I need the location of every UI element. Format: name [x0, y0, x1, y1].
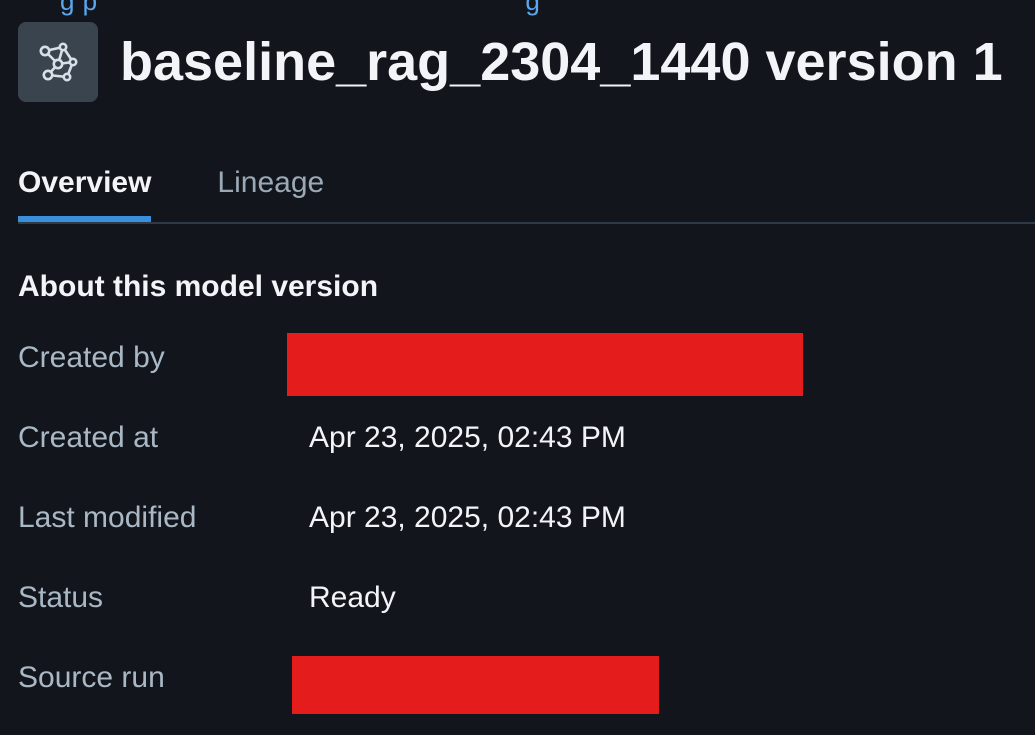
detail-label: Created by [18, 341, 165, 374]
redacted-created-by-value [287, 333, 803, 396]
breadcrumb: g p g [60, 0, 540, 17]
detail-row-last-modified: Last modified Apr 23, 2025, 02:43 PM [18, 501, 1018, 541]
breadcrumb-link[interactable]: g p [60, 0, 98, 16]
page-title: baseline_rag_2304_1440 version 1 [120, 32, 1003, 92]
redacted-source-run-link[interactable] [292, 656, 659, 714]
breadcrumb-link[interactable]: g [525, 0, 540, 16]
detail-label: Last modified [18, 501, 197, 534]
model-version-page: g p g baseline_rag_2304_1440 version 1 O… [0, 0, 1035, 735]
tab-bar: Overview Lineage [18, 160, 1035, 224]
section-heading: About this model version [18, 270, 379, 303]
detail-row-created-at: Created at Apr 23, 2025, 02:43 PM [18, 421, 1018, 461]
model-graph-icon [18, 22, 98, 102]
detail-row-status: Status Ready [18, 581, 1018, 621]
detail-label: Created at [18, 421, 159, 454]
detail-label: Status [18, 581, 104, 614]
detail-value: Apr 23, 2025, 02:43 PM [309, 501, 626, 534]
detail-value: Apr 23, 2025, 02:43 PM [309, 421, 626, 454]
detail-label: Source run [18, 661, 165, 694]
tab-lineage[interactable]: Lineage [217, 160, 324, 214]
tab-overview[interactable]: Overview [18, 160, 152, 222]
status-value: Ready [309, 581, 396, 614]
page-header: baseline_rag_2304_1440 version 1 [18, 22, 1003, 102]
